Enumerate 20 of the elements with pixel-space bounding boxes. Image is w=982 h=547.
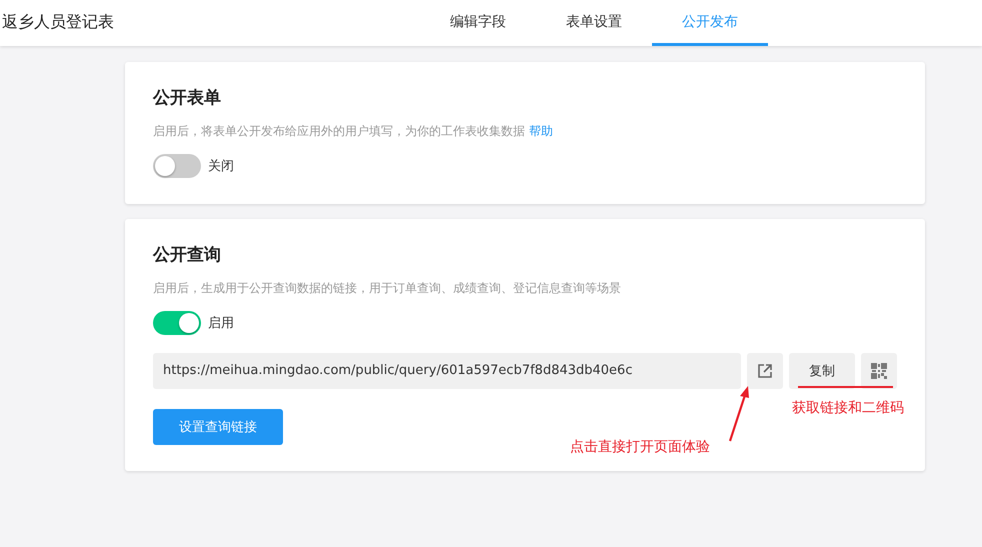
tab[interactable]: 表单设置 [536, 0, 652, 46]
toggle-label: 启用 [208, 315, 234, 332]
tab[interactable]: 编辑字段 [420, 0, 536, 46]
section-description: 启用后，生成用于公开查询数据的链接，用于订单查询、成绩查询、登记信息查询等场景 [153, 280, 621, 297]
section-title: 公开查询 [153, 244, 222, 266]
copy-button[interactable]: 复制 [789, 353, 855, 389]
annotation-arrow [727, 384, 751, 444]
external-link-icon [757, 363, 773, 379]
form-title: 返乡人员登记表 [2, 12, 114, 33]
toggle-switch[interactable] [153, 311, 201, 335]
qr-code-button[interactable] [861, 353, 897, 389]
annotation-text: 点击直接打开页面体验 [570, 438, 710, 456]
qr-code-icon [870, 362, 888, 380]
toggle-switch[interactable] [153, 154, 201, 178]
link-field[interactable]: https://meihua.mingdao.com/public/query/601a597ecb7f8d843db40e6c [153, 353, 741, 389]
annotation-text: 获取链接和二维码 [792, 399, 904, 417]
toggle-label: 关闭 [208, 158, 234, 175]
section-description: 启用后，将表单公开发布给应用外的用户填写，为你的工作表收集数据 [153, 123, 525, 140]
section-title: 公开表单 [153, 87, 222, 109]
open-link-button[interactable] [747, 353, 783, 389]
